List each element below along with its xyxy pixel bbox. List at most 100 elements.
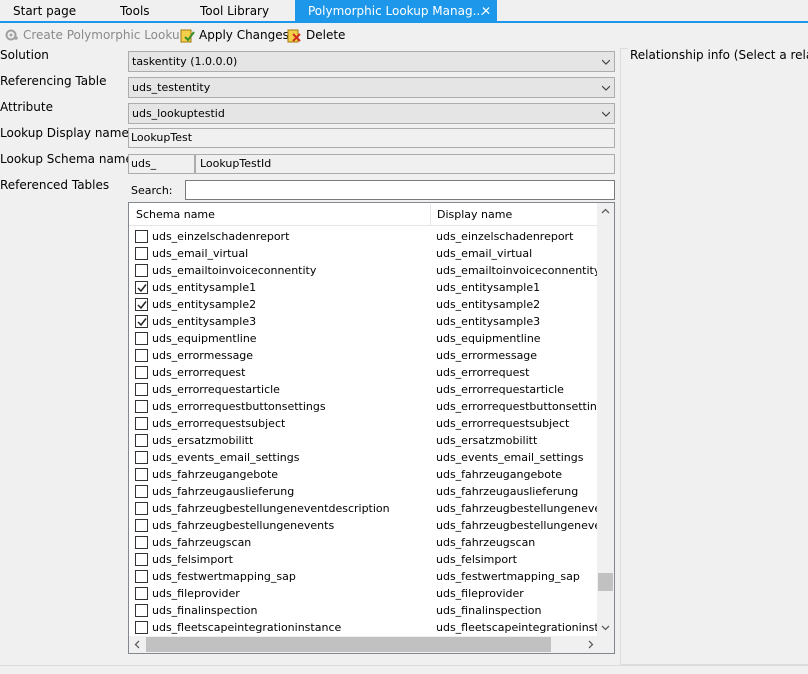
chevron-down-icon [602, 59, 610, 65]
vertical-scrollbar[interactable] [597, 203, 614, 636]
cell-schema-name: uds_fahrzeugbestellungeneventdescription [152, 502, 390, 515]
cell-display-name: uds_entitysample1 [436, 281, 541, 294]
list-item[interactable]: uds_fileprovider uds_fileprovider [129, 585, 599, 602]
create-polymorphic-lookup-button[interactable]: Create Polymorphic Lookup [4, 26, 187, 44]
gear-add-icon [5, 29, 18, 41]
row-checkbox[interactable] [135, 383, 148, 396]
row-checkbox[interactable] [135, 298, 148, 311]
referencing-table-label: Referencing Table [0, 74, 107, 88]
apply-changes-button[interactable]: Apply Changes [180, 26, 289, 44]
row-checkbox[interactable] [135, 366, 148, 379]
row-checkbox[interactable] [135, 502, 148, 515]
row-checkbox[interactable] [135, 621, 148, 634]
tab-polymorphic-lookup[interactable]: Polymorphic Lookup Manag... ✕ [295, 0, 497, 21]
horizontal-scroll-thumb[interactable] [146, 637, 551, 652]
row-checkbox[interactable] [135, 315, 148, 328]
list-item[interactable]: uds_finalinspection uds_finalinspection [129, 602, 599, 619]
cell-schema-name: uds_fileprovider [152, 587, 240, 600]
list-item[interactable]: uds_fahrzeugbestellungenevents uds_fahrze… [129, 517, 599, 534]
row-checkbox[interactable] [135, 485, 148, 498]
create-label: Create Polymorphic Lookup [23, 28, 188, 42]
row-checkbox[interactable] [135, 604, 148, 617]
cell-display-name: uds_events_email_settings [436, 451, 584, 464]
lookup-schema-name-label: Lookup Schema name [0, 152, 133, 166]
row-checkbox[interactable] [135, 417, 148, 430]
referenced-tables-list[interactable]: Schema name Display name uds_einzelschad… [128, 202, 615, 654]
cell-display-name: uds_fleetscapeintegrationinstance [436, 621, 599, 634]
tab-label: Tool Library [200, 4, 270, 18]
list-item[interactable]: uds_fahrzeugbestellungeneventdescription… [129, 500, 599, 517]
row-checkbox[interactable] [135, 230, 148, 243]
lookup-display-name-field[interactable]: LookupTest [128, 128, 615, 148]
column-header-schema-name[interactable]: Schema name [129, 203, 215, 226]
list-item[interactable]: uds_emailtoinvoiceconnentity uds_emailtoi… [129, 262, 599, 279]
checkmark-icon [137, 301, 147, 310]
list-item[interactable]: uds_ersatzmobilitt uds_ersatzmobilitt [129, 432, 599, 449]
search-input[interactable] [185, 180, 615, 200]
row-checkbox[interactable] [135, 451, 148, 464]
row-checkbox[interactable] [135, 536, 148, 549]
list-item[interactable]: uds_einzelschadenreport uds_einzelschaden… [129, 228, 599, 245]
tab-tool-library[interactable]: Tool Library [187, 0, 295, 21]
list-item[interactable]: uds_equipmentline uds_equipmentline [129, 330, 599, 347]
lookup-display-name-label: Lookup Display name [0, 126, 129, 140]
scroll-down-icon[interactable] [597, 619, 614, 636]
list-item[interactable]: uds_email_virtual uds_email_virtual [129, 245, 599, 262]
toolbar: Create Polymorphic Lookup Apply Changes … [0, 23, 808, 46]
scrollbar-corner [597, 636, 614, 653]
list-item[interactable]: uds_fahrzeugangebote uds_fahrzeugangebote [129, 466, 599, 483]
list-item[interactable]: uds_errormessage uds_errormessage [129, 347, 599, 364]
referencing-table-dropdown[interactable]: uds_testentity [128, 77, 615, 98]
list-item[interactable]: uds_entitysample2 uds_entitysample2 [129, 296, 599, 313]
cell-schema-name: uds_entitysample2 [152, 298, 257, 311]
list-item[interactable]: uds_entitysample3 uds_entitysample3 [129, 313, 599, 330]
row-checkbox[interactable] [135, 400, 148, 413]
horizontal-scrollbar[interactable] [129, 636, 599, 653]
list-item[interactable]: uds_errorrequestbuttonsettings uds_errorr… [129, 398, 599, 415]
attribute-value: uds_lookuptestid [132, 107, 225, 120]
row-checkbox[interactable] [135, 349, 148, 362]
list-item[interactable]: uds_errorrequestarticle uds_errorrequesta… [129, 381, 599, 398]
row-checkbox[interactable] [135, 247, 148, 260]
tab-start-page[interactable]: Start page [0, 0, 107, 21]
list-item[interactable]: uds_fahrzeugscan uds_fahrzeugscan [129, 534, 599, 551]
solution-dropdown[interactable]: taskentity (1.0.0.0) [128, 51, 615, 72]
row-checkbox[interactable] [135, 468, 148, 481]
lookup-schema-name-field[interactable]: LookupTestId [195, 154, 615, 174]
list-item[interactable]: uds_felsimport uds_felsimport [129, 551, 599, 568]
cell-schema-name: uds_entitysample3 [152, 315, 257, 328]
list-item[interactable]: uds_fleetscapeintegrationinstance uds_fle… [129, 619, 599, 636]
attribute-dropdown[interactable]: uds_lookuptestid [128, 103, 615, 124]
cell-schema-name: uds_emailtoinvoiceconnentity [152, 264, 317, 277]
cell-display-name: uds_fahrzeugangebote [436, 468, 563, 481]
delete-button[interactable]: Delete [287, 26, 345, 44]
row-checkbox[interactable] [135, 332, 148, 345]
vertical-scroll-thumb[interactable] [598, 573, 613, 591]
row-checkbox[interactable] [135, 281, 148, 294]
cell-schema-name: uds_fahrzeugbestellungenevents [152, 519, 335, 532]
row-checkbox[interactable] [135, 519, 148, 532]
row-checkbox[interactable] [135, 434, 148, 447]
list-item[interactable]: uds_festwertmapping_sap uds_festwertmappi… [129, 568, 599, 585]
status-strip [0, 665, 808, 674]
cell-display-name: uds_finalinspection [436, 604, 542, 617]
list-header: Schema name Display name [129, 203, 599, 226]
list-item[interactable]: uds_errorrequestsubject uds_errorrequests… [129, 415, 599, 432]
cell-display-name: uds_errorrequest [436, 366, 530, 379]
row-checkbox[interactable] [135, 553, 148, 566]
list-item[interactable]: uds_errorrequest uds_errorrequest [129, 364, 599, 381]
tab-tools[interactable]: Tools [107, 0, 187, 21]
row-checkbox[interactable] [135, 570, 148, 583]
close-icon[interactable]: ✕ [481, 0, 491, 22]
scroll-up-icon[interactable] [597, 203, 614, 220]
list-item[interactable]: uds_events_email_settings uds_events_emai… [129, 449, 599, 466]
cell-schema-name: uds_events_email_settings [152, 451, 300, 464]
scroll-left-icon[interactable] [129, 636, 146, 653]
row-checkbox[interactable] [135, 264, 148, 277]
column-header-display-name[interactable]: Display name [430, 203, 512, 226]
cell-schema-name: uds_email_virtual [152, 247, 249, 260]
cell-schema-name: uds_fleetscapeintegrationinstance [152, 621, 342, 634]
list-item[interactable]: uds_fahrzeugauslieferung uds_fahrzeugausl… [129, 483, 599, 500]
row-checkbox[interactable] [135, 587, 148, 600]
list-item[interactable]: uds_entitysample1 uds_entitysample1 [129, 279, 599, 296]
